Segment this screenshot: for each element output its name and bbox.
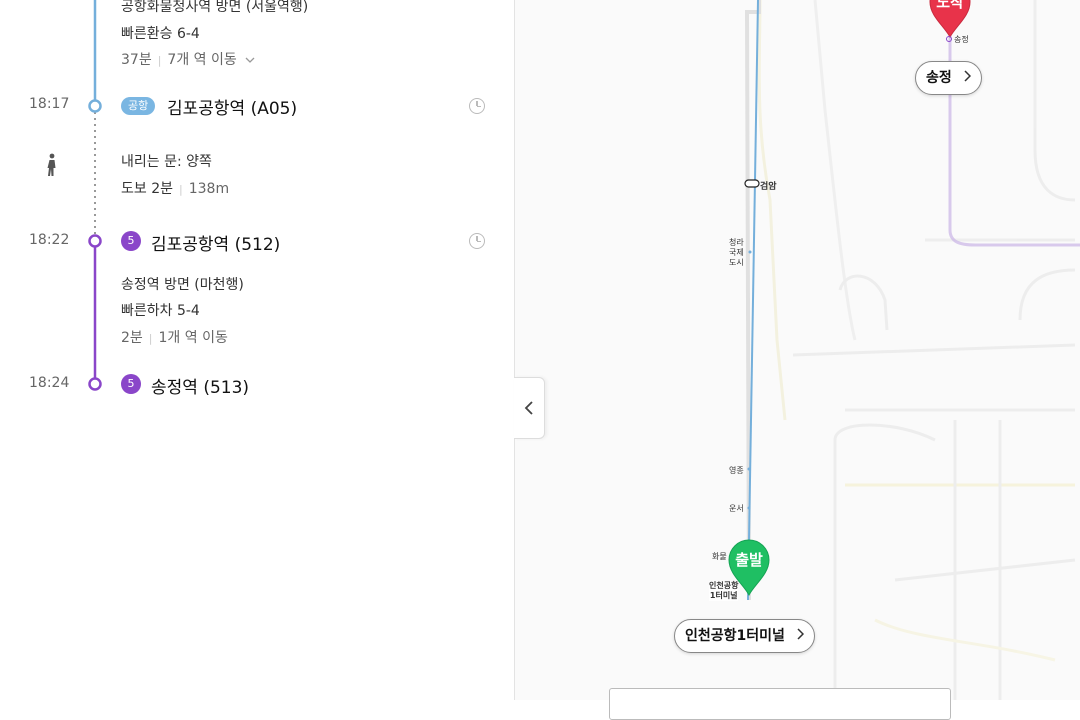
segment1-direction: 공항화물청사역 방면 (서울역행) [121, 0, 309, 15]
station-dot [747, 506, 751, 510]
stop-node-gimpo-512 [88, 234, 102, 248]
arrival-marker[interactable]: 도착 [928, 0, 972, 38]
station-label-hwamul: 화물 [712, 552, 727, 561]
route-detail-panel: 공항화물청사역 방면 (서울역행) 빠른환승 6-4 37분 | 7개 역 이동 1… [0, 0, 515, 700]
station-dot [747, 467, 751, 471]
station-dot [946, 36, 952, 42]
departure-station-small-label: 인천공항 1터미널 [709, 581, 739, 601]
station-label-yeongjong: 영종 [729, 466, 744, 475]
arrival-station-pill[interactable]: 송정 [915, 61, 982, 95]
segment2-direction: 송정역 방면 (마천행) [121, 277, 244, 293]
line5-badge: 5 [121, 374, 141, 394]
station-label-line: 도시 [729, 258, 744, 267]
collapse-panel-button[interactable] [514, 377, 545, 439]
subway-map-lines [744, 0, 1080, 700]
segment2-summary: 2분 | 1개 역 이동 [121, 327, 228, 347]
stop3-station-name[interactable]: 송정역 (513) [151, 373, 249, 398]
chevron-down-icon[interactable] [245, 52, 255, 68]
station-label-geomam: 검암 [760, 182, 777, 192]
separator: | [157, 54, 162, 67]
walking-person-icon [47, 153, 56, 176]
departure-marker-label: 출발 [735, 551, 763, 569]
station-label-cheongna: 청라 국제 도시 [729, 238, 744, 268]
exit-door-info: 내리는 문: 양쪽 [121, 154, 212, 170]
segment1-duration: 37분 [121, 52, 152, 68]
departure-station-pill[interactable]: 인천공항1터미널 [674, 619, 815, 653]
segment2-stops: 1개 역 이동 [158, 330, 228, 346]
segment1-stops: 7개 역 이동 [167, 52, 237, 68]
chevron-left-icon [524, 401, 533, 415]
stop2-station-name[interactable]: 김포공항역 (512) [151, 230, 280, 255]
station-label-line: 1터미널 [709, 591, 738, 600]
clock-icon[interactable] [469, 233, 485, 249]
walk-distance: 138m [188, 181, 230, 197]
station-label-line: 인천공항 [709, 581, 739, 590]
station-label-line: 청라 [729, 238, 744, 247]
stop1-time: 18:17 [29, 96, 70, 112]
arrival-pill-label: 송정 [926, 70, 952, 86]
arrival-marker-label: 도착 [936, 0, 964, 11]
stop3-time: 18:24 [29, 375, 70, 391]
station-label-text: 송정 [954, 35, 969, 44]
subway-map[interactable]: 검암 청라 국제 도시 영종 운서 화물 출발 인천공항 1터미널 인천공항1터… [515, 0, 1080, 700]
map-bottom-control[interactable] [609, 688, 951, 720]
line5-badge: 5 [121, 231, 141, 251]
stop1-station-name[interactable]: 김포공항역 (A05) [167, 94, 297, 119]
walk-summary: 도보 2분 | 138m [121, 178, 229, 198]
stop-node-gimpo-a05 [88, 99, 102, 113]
clock-icon[interactable] [469, 98, 485, 114]
stop2-time: 18:22 [29, 232, 70, 248]
station-label-line: 국제 [729, 248, 744, 257]
walk-duration: 도보 2분 [121, 181, 173, 197]
station-label-unseo: 운서 [729, 504, 744, 513]
stop-node-songjeong [88, 377, 102, 391]
departure-pill-label: 인천공항1터미널 [685, 628, 785, 644]
airport-line-badge: 공항 [121, 97, 156, 115]
geomam-station-marker[interactable] [744, 179, 760, 188]
background-lines [757, 0, 1076, 700]
arrival-station-small-label: 송정 [946, 34, 969, 45]
segment1-transfer: 빠른환승 6-4 [121, 26, 200, 42]
separator: | [148, 332, 153, 345]
line5-map-path [948, 10, 1080, 247]
chevron-right-icon [963, 62, 971, 94]
segment1-summary[interactable]: 37분 | 7개 역 이동 [121, 49, 255, 69]
chevron-right-icon [796, 620, 804, 652]
separator: | [179, 183, 183, 196]
segment2-exit: 빠른하차 5-4 [121, 303, 200, 319]
segment2-duration: 2분 [121, 330, 143, 346]
station-dot [748, 250, 752, 254]
